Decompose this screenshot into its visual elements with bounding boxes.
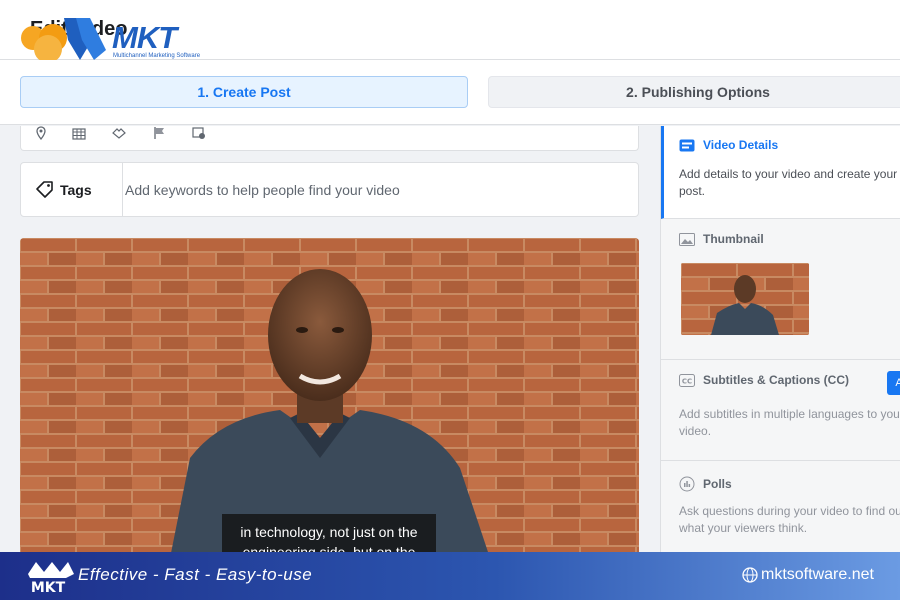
logo-subtitle: Multichannel Marketing Software [113,53,201,59]
subtitles-title: CC Subtitles & Captions (CC) [679,373,849,387]
logo-text: MKT [112,20,177,55]
subtitles-description: Add subtitles in multiple languages to y… [679,407,900,438]
video-details-title: Video Details [679,138,778,152]
video-settings-sidebar: Video Details Add details to your video … [660,126,900,556]
video-preview[interactable] [20,238,639,558]
post-options-toolbar [20,126,639,151]
image-icon [679,232,695,246]
mkt-logo: MKT Multichannel Marketing Software [20,16,200,62]
video-frame-image [20,238,639,558]
panel-subtitles[interactable]: CC Subtitles & Captions (CC) Add subtitl… [661,361,900,461]
mkt-logo-mark-icon [21,18,106,62]
cc-icon: CC [679,373,695,387]
tab-create-post[interactable]: 1. Create Post [20,76,468,108]
banner-logo-icon: MKT [28,562,74,596]
thumbnail-title: Thumbnail [679,232,764,246]
svg-text:CC: CC [682,377,692,385]
tab-publishing-options[interactable]: 2. Publishing Options [488,76,900,108]
step-tabs: 1. Create Post 2. Publishing Options [0,60,900,125]
handshake-icon[interactable] [112,126,126,140]
polls-description: Ask questions during your video to find … [679,504,900,535]
flag-icon[interactable] [152,126,166,140]
panel-polls[interactable]: Polls Ask questions during your video to… [661,462,900,556]
banner-tagline: Effective - Fast - Easy-to-use [78,565,313,584]
tags-label: Tags [35,163,123,216]
caption-line-1: in technology, not just on the [240,524,418,540]
page-header: Edit Video MKT Multichannel Marketing So… [0,0,900,62]
banner-logo-text: MKT [31,580,66,596]
location-icon[interactable] [34,126,48,140]
video-details-description: Add details to your video and create you… [679,167,898,198]
schedule-icon[interactable] [192,126,206,140]
thumbnail-frame-image [681,263,809,335]
tag-icon [36,180,53,198]
polls-icon [679,476,695,492]
tags-label-text: Tags [60,181,92,198]
video-details-icon [679,139,695,151]
globe-icon [742,567,758,583]
add-captions-button[interactable]: A [887,371,900,395]
banner-website[interactable]: mktsoftware.net [742,566,874,584]
calendar-icon[interactable] [72,126,86,140]
tags-field: Tags [20,162,639,217]
panel-video-details[interactable]: Video Details Add details to your video … [661,126,900,219]
tags-input[interactable] [124,163,634,216]
promo-banner: MKT Effective - Fast - Easy-to-use mktso… [0,552,900,600]
polls-title: Polls [679,476,732,492]
thumbnail-image[interactable] [681,263,809,335]
